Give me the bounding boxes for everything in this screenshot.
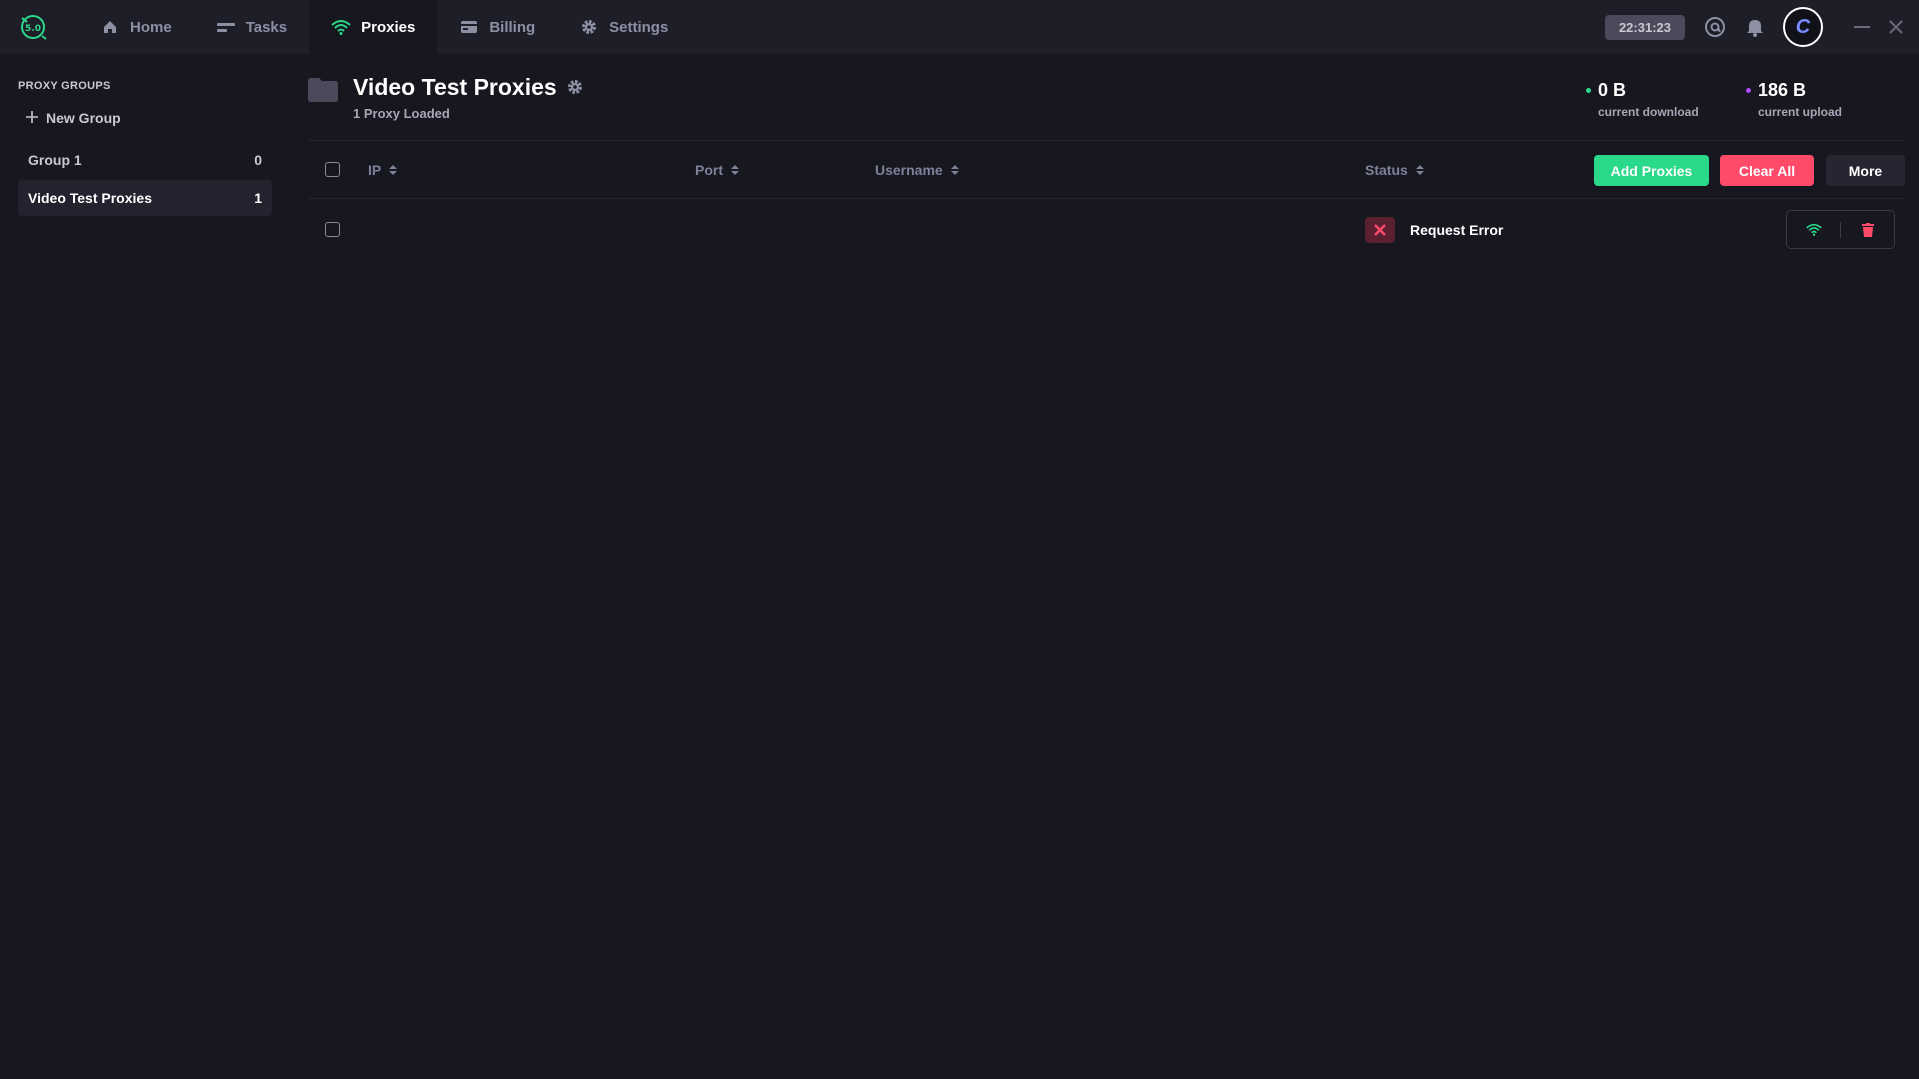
upload-value: 186 B [1758, 80, 1807, 100]
group-settings-gear-icon[interactable] [567, 74, 583, 101]
nav-billing[interactable]: Billing [437, 0, 557, 54]
group-count: 1 [254, 190, 262, 206]
sidebar-title: PROXY GROUPS [18, 80, 111, 92]
nav-tasks-label: Tasks [245, 18, 288, 36]
delete-trash-icon[interactable] [1841, 211, 1894, 248]
column-ip-label: IP [368, 162, 382, 178]
clock: 22:31:23 [1604, 14, 1685, 40]
upload-label: current upload [1758, 105, 1843, 119]
top-right-controls: 22:31:23 C [1604, 0, 1919, 54]
upload-stat: 186 B current upload [1746, 80, 1842, 119]
column-ip[interactable]: IP [368, 162, 398, 178]
table-row: Request Error [308, 199, 1905, 261]
group-name: Group 1 [28, 152, 82, 168]
sort-icon [950, 165, 959, 175]
download-label: current download [1598, 105, 1699, 119]
error-x-icon [1365, 217, 1395, 243]
group-count: 0 [254, 152, 262, 168]
tasks-icon [216, 17, 236, 37]
gear-icon [579, 17, 599, 37]
nav-settings[interactable]: Settings [557, 0, 690, 54]
main-nav: Home Tasks Proxies Billing Settings [78, 0, 690, 54]
column-port[interactable]: Port [695, 162, 739, 178]
row-checkbox[interactable] [325, 222, 340, 237]
column-username[interactable]: Username [875, 162, 959, 178]
nav-tasks[interactable]: Tasks [194, 0, 309, 54]
download-value: 0 B [1598, 80, 1627, 100]
avatar[interactable]: C [1783, 7, 1823, 47]
title-block: Video Test Proxies 1 Proxy Loaded [353, 74, 583, 121]
column-status[interactable]: Status [1365, 162, 1424, 178]
nav-proxies-label: Proxies [361, 18, 416, 36]
plus-icon [26, 110, 38, 126]
select-all-checkbox[interactable] [325, 162, 340, 177]
add-proxies-button[interactable]: Add Proxies [1594, 155, 1709, 186]
group-name: Video Test Proxies [28, 190, 152, 206]
minimize-icon[interactable] [1851, 16, 1873, 38]
download-dot [1586, 88, 1591, 93]
page-title: Video Test Proxies [353, 74, 557, 100]
folder-icon [308, 78, 338, 102]
sidebar-item-video-test-proxies[interactable]: Video Test Proxies 1 [18, 180, 272, 216]
wallet-icon [459, 17, 479, 37]
nav-proxies[interactable]: Proxies [309, 0, 438, 54]
svg-text:5.0: 5.0 [25, 24, 41, 34]
more-button[interactable]: More [1826, 155, 1905, 186]
bell-icon[interactable] [1743, 15, 1767, 39]
new-group-label: New Group [46, 110, 121, 126]
nav-billing-label: Billing [489, 18, 536, 36]
row-actions [1786, 210, 1895, 249]
wifi-icon [331, 17, 351, 37]
sort-icon [389, 165, 398, 175]
sidebar-item-group-1[interactable]: Group 1 0 [18, 142, 272, 178]
status-text: Request Error [1410, 222, 1504, 238]
main-content: Video Test Proxies 1 Proxy Loaded 0 B cu… [308, 54, 1905, 1079]
upload-dot [1746, 88, 1751, 93]
nav-settings-label: Settings [609, 18, 669, 36]
download-stat: 0 B current download [1586, 80, 1699, 119]
column-username-label: Username [875, 162, 943, 178]
table-header: IP Port Username Status Add Proxies Clea… [308, 141, 1905, 199]
top-bar: 5.0 Home Tasks Proxies Billing Settings … [0, 0, 1919, 54]
column-port-label: Port [695, 162, 723, 178]
page-header: Video Test Proxies 1 Proxy Loaded 0 B cu… [308, 54, 1905, 141]
nav-home-label: Home [130, 18, 172, 36]
column-status-label: Status [1365, 162, 1408, 178]
at-sign-icon[interactable] [1703, 15, 1727, 39]
close-icon[interactable] [1885, 16, 1907, 38]
clear-all-button[interactable]: Clear All [1720, 155, 1814, 186]
sort-icon [1415, 165, 1424, 175]
app-logo[interactable]: 5.0 [16, 10, 50, 44]
nav-home[interactable]: Home [78, 0, 194, 54]
proxy-count-subtitle: 1 Proxy Loaded [353, 106, 450, 121]
avatar-letter: C [1795, 15, 1811, 38]
home-icon [100, 17, 120, 37]
test-proxy-wifi-icon[interactable] [1787, 211, 1840, 248]
sort-icon [731, 165, 739, 175]
proxy-groups-sidebar: PROXY GROUPS New Group Group 1 0 Video T… [0, 54, 290, 1079]
new-group-button[interactable]: New Group [18, 106, 272, 130]
